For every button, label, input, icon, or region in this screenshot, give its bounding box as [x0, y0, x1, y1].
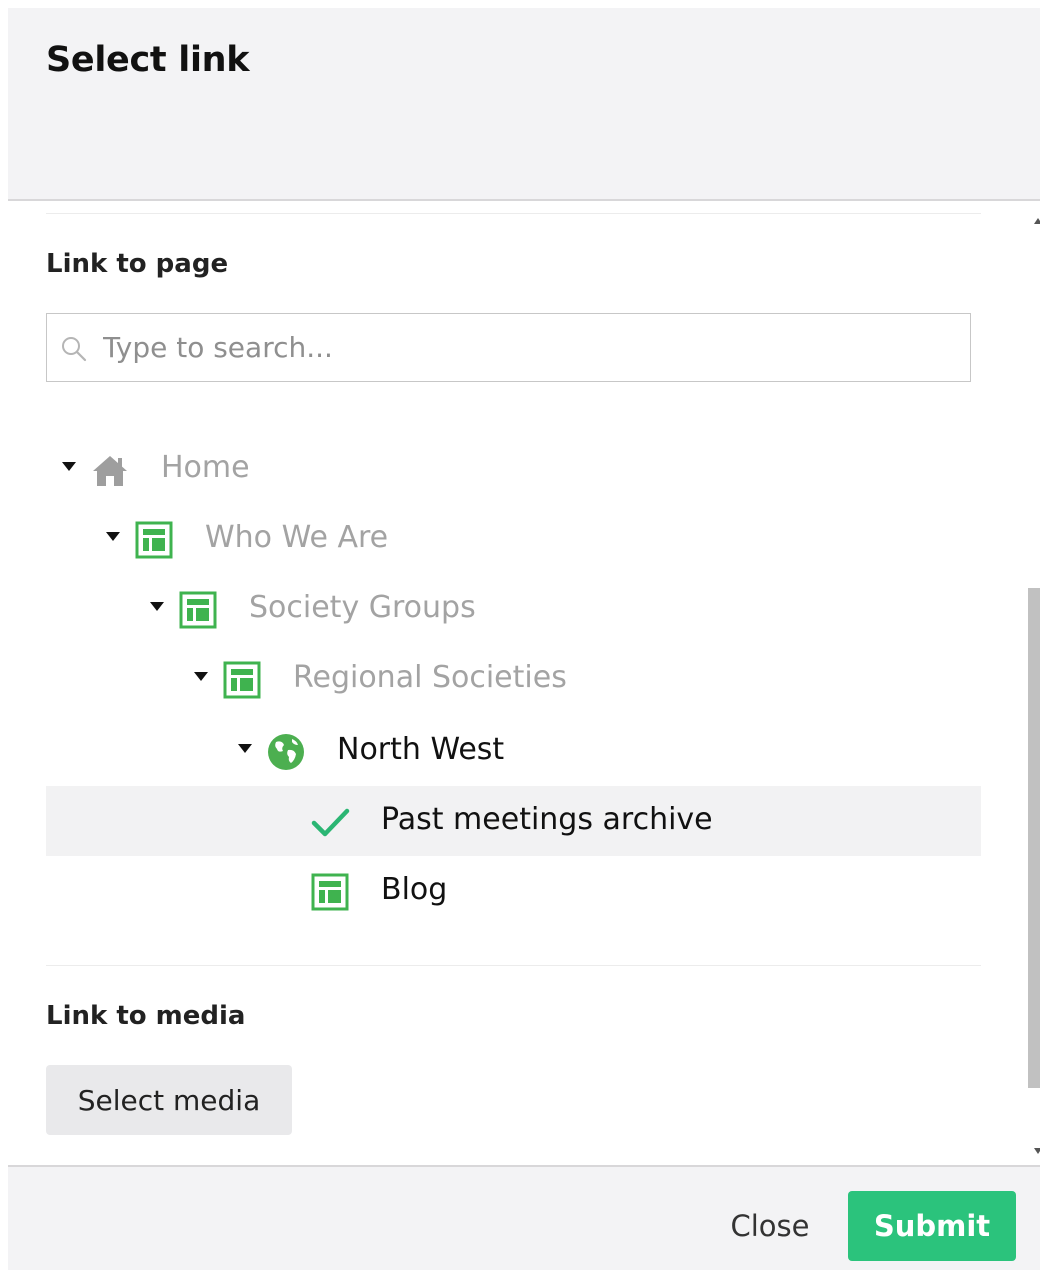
tree-item-blog[interactable]: Blog — [46, 856, 981, 926]
expand-caret-icon[interactable] — [150, 602, 164, 611]
tree-item-label: Past meetings archive — [381, 802, 713, 837]
tree-item-north-west[interactable]: North West — [46, 716, 981, 786]
expand-caret-icon[interactable] — [194, 672, 208, 681]
search-input[interactable] — [103, 324, 953, 370]
tree-item-who-we-are[interactable]: Who We Are — [46, 504, 981, 574]
page-layout-icon — [311, 873, 349, 911]
tree-item-label: North West — [337, 732, 505, 767]
select-link-dialog: Select link Link to page Home — [8, 8, 1040, 1270]
expand-caret-icon[interactable] — [106, 532, 120, 541]
tree-item-past-meetings-archive[interactable]: Past meetings archive — [46, 786, 981, 856]
submit-button[interactable]: Submit — [848, 1191, 1016, 1261]
search-box[interactable] — [46, 313, 971, 382]
expand-caret-icon[interactable] — [62, 462, 76, 471]
home-icon — [93, 456, 127, 486]
select-media-button[interactable]: Select media — [46, 1065, 292, 1135]
section-divider — [46, 965, 981, 966]
search-icon — [62, 337, 87, 362]
expand-caret-icon[interactable] — [238, 744, 252, 753]
page-layout-icon — [179, 591, 217, 629]
tree-item-society-groups[interactable]: Society Groups — [46, 574, 981, 644]
link-to-page-label: Link to page — [46, 249, 229, 279]
tree-item-label: Who We Are — [205, 520, 389, 555]
dialog-title: Select link — [46, 40, 250, 80]
link-to-media-label: Link to media — [46, 1001, 246, 1031]
tree-item-label: Blog — [381, 872, 448, 907]
checkmark-icon — [311, 808, 350, 837]
dialog-header: Select link — [8, 8, 1040, 201]
globe-icon — [268, 734, 304, 770]
scroll-down-arrow-icon[interactable] — [1034, 1148, 1040, 1154]
top-divider — [46, 213, 981, 214]
tree-item-label: Home — [161, 450, 250, 485]
tree-item-label: Society Groups — [249, 590, 476, 625]
dialog-footer: Close Submit — [8, 1165, 1040, 1270]
tree-item-regional-societies[interactable]: Regional Societies — [46, 644, 981, 714]
tree-item-home[interactable]: Home — [46, 434, 981, 504]
dialog-body: Link to page Home — [8, 201, 1040, 1165]
scroll-up-arrow-icon[interactable] — [1034, 218, 1040, 224]
close-button[interactable]: Close — [720, 1193, 820, 1259]
page-layout-icon — [135, 521, 173, 559]
scrollbar-thumb[interactable] — [1028, 588, 1040, 1088]
page-layout-icon — [223, 661, 261, 699]
tree-item-label: Regional Societies — [293, 660, 567, 695]
